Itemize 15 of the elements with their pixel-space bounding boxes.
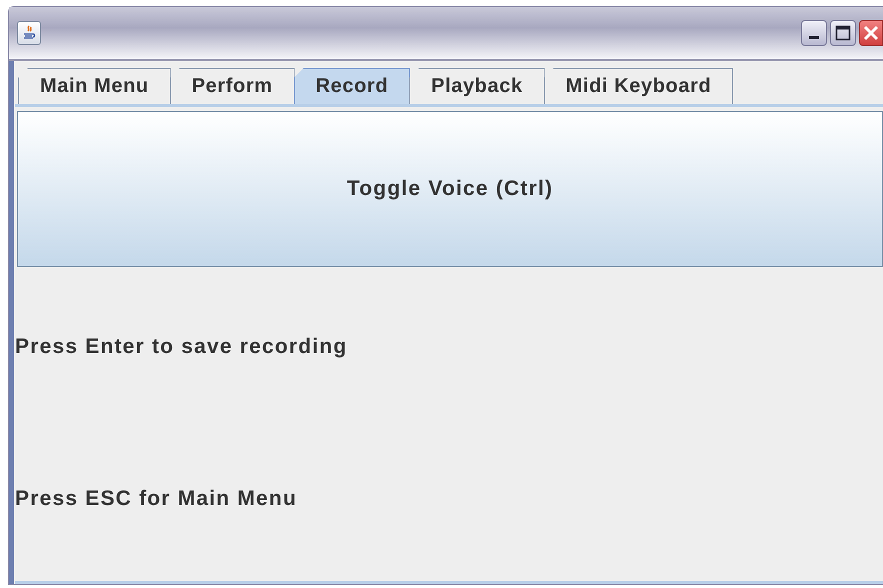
close-button[interactable] bbox=[859, 20, 883, 46]
tab[interactable]: Perform bbox=[170, 68, 295, 104]
tab[interactable]: Record bbox=[294, 68, 410, 104]
maximize-icon bbox=[835, 25, 851, 41]
minimize-icon bbox=[809, 36, 819, 39]
close-icon bbox=[862, 24, 880, 42]
instruction-text: Press ESC for Main Menu bbox=[15, 487, 298, 511]
toggle-voice-button[interactable]: Toggle Voice (Ctrl) bbox=[17, 111, 883, 267]
maximize-button[interactable] bbox=[830, 20, 856, 46]
minimize-button[interactable] bbox=[801, 20, 827, 46]
tab[interactable]: Playback bbox=[409, 68, 545, 104]
instruction-text: Press Enter to save recording bbox=[15, 335, 348, 359]
tab[interactable]: Midi Keyboard bbox=[544, 68, 734, 104]
app-icon bbox=[17, 21, 41, 45]
tab[interactable]: Main Menu bbox=[18, 68, 171, 104]
